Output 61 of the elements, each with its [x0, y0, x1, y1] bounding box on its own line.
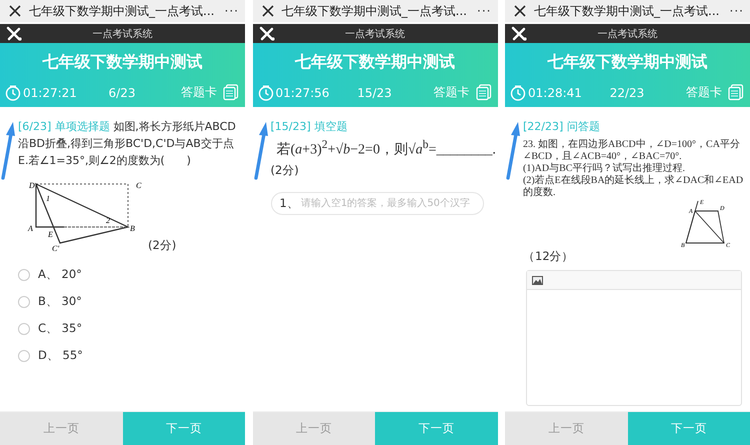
- exam-title: 七年级下数学期中测试: [41, 52, 204, 73]
- image-icon[interactable]: [532, 276, 543, 284]
- score-text: （12分）: [523, 249, 574, 264]
- question-text: [15/23] 填空题: [270, 119, 348, 135]
- question-line: (2)若点E在线段BA的延长线上，求∠DAC和∠EAD的度数.: [523, 175, 744, 199]
- answer-option[interactable]: D、 55°: [18, 346, 239, 365]
- close-icon[interactable]: [513, 4, 527, 18]
- score-text: (2分): [270, 162, 300, 178]
- app-name: 一点考试系统: [598, 28, 658, 40]
- more-button[interactable]: ···: [224, 4, 239, 18]
- timer: 01:28:41: [528, 86, 582, 100]
- arrow-icon: [505, 120, 521, 180]
- answer-option[interactable]: B、 30°: [18, 292, 239, 311]
- app-name: 一点考试系统: [345, 28, 405, 40]
- close-icon[interactable]: [8, 4, 22, 18]
- timer: 01:27:21: [23, 86, 77, 100]
- next-page-button[interactable]: 下一页: [375, 412, 498, 445]
- prev-page-button[interactable]: 上一页: [0, 412, 122, 445]
- question-line: 23. 如图，在四边形ABCD中，∠D=100°，CA平分∠BCD，且∠ACB=40°，∠BAC=70°.: [523, 139, 741, 162]
- blank-number: 1、: [280, 196, 299, 211]
- app-name: 一点考试系统: [92, 28, 152, 40]
- clock-icon: [258, 84, 274, 100]
- card-icon: [728, 84, 744, 101]
- arrow-icon: [252, 120, 268, 180]
- answer-card-button[interactable]: 答题卡: [412, 84, 492, 101]
- question-line: (1)AD与BC平行吗？试写出推理过程.: [523, 163, 686, 174]
- close-icon[interactable]: [260, 4, 274, 18]
- page-title: 七年级下数学期中测试_一点考试...: [534, 2, 720, 20]
- prev-page-button[interactable]: 上一页: [252, 412, 375, 445]
- card-icon: [222, 84, 239, 101]
- page-title: 七年级下数学期中测试_一点考试...: [282, 2, 468, 20]
- next-page-button[interactable]: 下一页: [628, 412, 750, 445]
- answer-option[interactable]: A、 20°: [18, 265, 239, 284]
- question-text: [22/23] 问答题: [523, 119, 601, 135]
- card-icon: [476, 84, 492, 101]
- progress-text: 22/23: [610, 86, 644, 100]
- radio-button[interactable]: [18, 296, 30, 308]
- logo-icon: [511, 26, 527, 41]
- logo-icon: [6, 26, 22, 41]
- more-button[interactable]: ···: [730, 4, 744, 18]
- clock-icon: [510, 84, 526, 100]
- logo-icon: [258, 26, 274, 41]
- answer-card-button[interactable]: 答题卡: [158, 84, 239, 101]
- progress-text: 15/23: [357, 86, 392, 100]
- question-text: [6/23] 单项选择题 如图,将长方形纸片ABCD沿BD折叠,得到三角形BC'D,C'D与AB交于点E.若∠1=35°,则∠2的度数为( ): [18, 119, 237, 169]
- radio-button[interactable]: [18, 350, 30, 362]
- next-page-button[interactable]: 下一页: [122, 412, 245, 445]
- page-title: 七年级下数学期中测试_一点考试...: [29, 2, 216, 20]
- prev-page-button[interactable]: 上一页: [505, 412, 628, 445]
- progress-text: 6/23: [108, 86, 136, 100]
- answer-option[interactable]: C、 35°: [18, 319, 239, 338]
- score-text: (2分): [148, 238, 176, 253]
- more-button[interactable]: ···: [477, 4, 492, 18]
- radio-button[interactable]: [18, 322, 30, 334]
- arrow-icon: [0, 120, 16, 180]
- clock-icon: [5, 84, 21, 100]
- exam-title: 七年级下数学期中测试: [546, 52, 708, 73]
- exam-title: 七年级下数学期中测试: [294, 52, 456, 73]
- timer: 01:27:56: [276, 86, 330, 100]
- answer-card-button[interactable]: 答题卡: [664, 84, 744, 101]
- radio-button[interactable]: [18, 268, 30, 280]
